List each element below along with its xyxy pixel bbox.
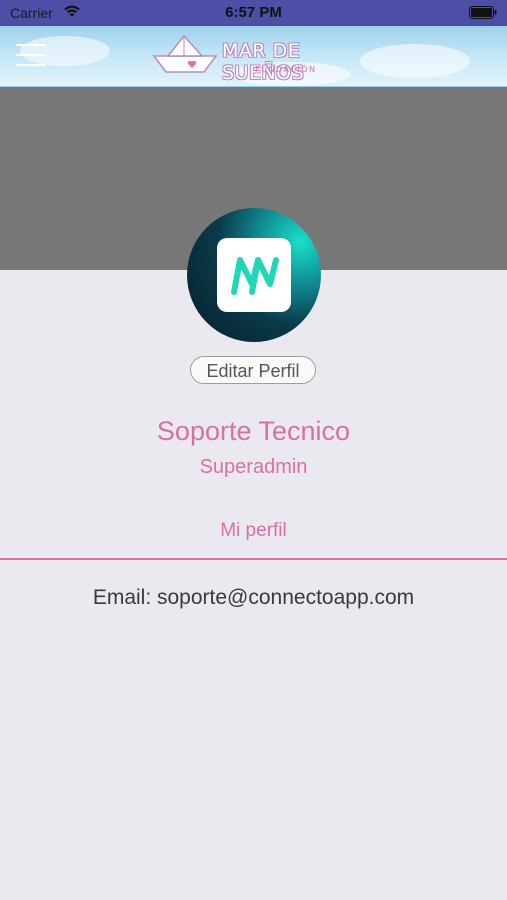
profile-name: Soporte Tecnico	[156, 416, 351, 446]
paper-boat-icon	[152, 34, 218, 73]
logo-title: MAR DE SUEÑOS	[222, 40, 305, 84]
hamburger-menu-icon	[16, 44, 46, 46]
battery-icon	[469, 6, 497, 19]
tab-underline	[0, 558, 507, 560]
connecto-logo-icon	[231, 257, 279, 295]
logo-subtitle: FUNDACIÓN	[255, 65, 317, 74]
profile-role: Superadmin	[199, 456, 308, 478]
clock: 6:57 PM	[225, 4, 282, 21]
avatar-logo-tile	[217, 238, 291, 312]
tab-mi-perfil[interactable]: Mi perfil	[0, 520, 507, 542]
foundation-logo: MAR DE SUEÑOS FUNDACIÓN	[150, 32, 360, 84]
profile-email: Email: soporte@connectoapp.com	[92, 586, 415, 609]
menu-button[interactable]	[16, 44, 46, 68]
cloud-decoration	[360, 44, 470, 78]
profile-avatar	[187, 208, 321, 342]
status-bar: Carrier 6:57 PM	[0, 0, 507, 26]
app-header: MAR DE SUEÑOS FUNDACIÓN	[0, 26, 507, 87]
edit-profile-button[interactable]: Editar Perfil	[190, 356, 316, 384]
